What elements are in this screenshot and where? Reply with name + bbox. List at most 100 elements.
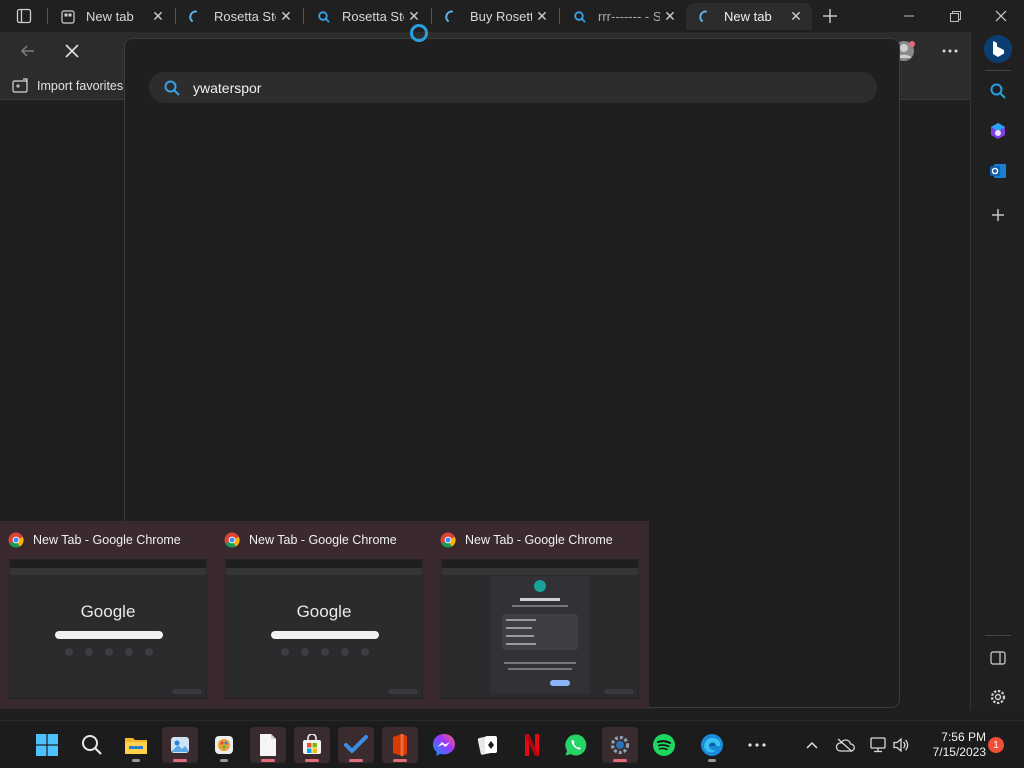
- close-tab-icon[interactable]: ✕: [532, 7, 552, 27]
- tab-6-active[interactable]: New tab ✕: [686, 3, 812, 30]
- speaker-icon: [893, 737, 909, 753]
- gear-icon: [990, 689, 1006, 705]
- file-explorer-button[interactable]: [118, 727, 154, 763]
- thumbnail-header: New Tab - Google Chrome: [440, 531, 613, 549]
- more-dots-icon: [942, 49, 958, 53]
- thumbnail-preview: [441, 559, 639, 699]
- taskbar-search-button[interactable]: [74, 727, 110, 763]
- sidebar-outlook-button[interactable]: [983, 156, 1013, 186]
- network-icon: [870, 737, 886, 753]
- edge-app-button[interactable]: [694, 727, 730, 763]
- hide-sidebar-button[interactable]: [983, 643, 1013, 673]
- search-icon: [572, 9, 588, 25]
- bing-icon: [984, 35, 1012, 63]
- network-status-button[interactable]: [866, 733, 890, 757]
- whatsapp-app-button[interactable]: [558, 727, 594, 763]
- minimize-button[interactable]: [886, 0, 932, 32]
- store-app-button[interactable]: [294, 727, 330, 763]
- notification-badge[interactable]: 1: [988, 737, 1004, 753]
- address-bar[interactable]: [149, 72, 877, 103]
- notepad-icon: [260, 734, 276, 756]
- chrome-app-button[interactable]: [602, 727, 638, 763]
- back-button[interactable]: [13, 36, 43, 66]
- import-favorites-button[interactable]: Import favorites: [12, 75, 123, 97]
- tab-title: Buy Rosetta: [470, 9, 532, 24]
- address-input[interactable]: [193, 79, 793, 96]
- tab-title: New tab: [724, 9, 772, 24]
- restore-button[interactable]: [932, 0, 978, 32]
- new-tab-button[interactable]: [818, 4, 842, 28]
- cards-icon: [477, 736, 497, 755]
- windows-taskbar: 7:56 PM 7/15/2023 1: [0, 720, 1024, 768]
- window-thumbnail[interactable]: New Tab - Google Chrome: [432, 521, 647, 709]
- chrome-icon: [440, 532, 456, 548]
- tab-actions-button[interactable]: [8, 4, 40, 28]
- window-thumbnail[interactable]: New Tab - Google Chrome Google: [216, 521, 431, 709]
- thumbnail-header: New Tab - Google Chrome: [224, 531, 397, 549]
- tab-3[interactable]: Rosetta Stone ✕: [304, 3, 430, 30]
- loading-icon: [188, 9, 204, 25]
- notepad-app-button[interactable]: [250, 727, 286, 763]
- import-favorites-icon: [12, 78, 28, 93]
- thumbnail-title: New Tab - Google Chrome: [249, 533, 397, 547]
- stop-loading-button[interactable]: [57, 36, 87, 66]
- google-logo: Google: [296, 602, 352, 621]
- tab-1[interactable]: New tab ✕: [48, 3, 174, 30]
- messenger-icon: [433, 734, 455, 756]
- settings-gear-icon: [610, 735, 630, 755]
- window-thumbnail[interactable]: New Tab - Google Chrome Google: [0, 521, 215, 709]
- sidebar-settings-button[interactable]: [983, 682, 1013, 712]
- restore-icon: [949, 10, 961, 22]
- store-icon: [303, 734, 321, 754]
- import-favorites-label: Import favorites: [37, 79, 124, 93]
- tab-title: Rosetta Stone: [342, 9, 404, 24]
- more-apps-button[interactable]: [739, 727, 775, 763]
- sidebar-divider: [985, 635, 1011, 636]
- close-tab-icon[interactable]: ✕: [276, 7, 296, 27]
- netflix-icon: [525, 734, 539, 756]
- close-tab-icon[interactable]: ✕: [786, 7, 806, 27]
- close-tab-icon[interactable]: ✕: [660, 7, 680, 27]
- onedrive-status-button[interactable]: [833, 733, 857, 757]
- chrome-icon: [8, 532, 24, 548]
- chrome-icon: [224, 532, 240, 548]
- photos-app-button[interactable]: [162, 727, 198, 763]
- close-window-button[interactable]: [978, 0, 1024, 32]
- sidebar-search-button[interactable]: [983, 76, 1013, 106]
- thumbnail-title: New Tab - Google Chrome: [465, 533, 613, 547]
- edge-icon: [701, 734, 723, 756]
- show-hidden-icons-button[interactable]: [800, 733, 824, 757]
- spotify-icon: [653, 734, 675, 756]
- sidebar-divider: [985, 70, 1011, 71]
- more-dots-icon: [748, 743, 766, 747]
- photos-icon: [171, 737, 189, 753]
- bing-copilot-button[interactable]: [983, 34, 1013, 64]
- sidebar-designer-button[interactable]: [983, 116, 1013, 146]
- messenger-app-button[interactable]: [426, 727, 462, 763]
- more-options-button[interactable]: [935, 36, 965, 66]
- thumbnail-preview: Google: [9, 559, 207, 699]
- start-button[interactable]: [29, 727, 65, 763]
- todo-app-button[interactable]: [338, 727, 374, 763]
- cloud-offline-icon: [835, 738, 855, 752]
- plus-icon: [992, 209, 1004, 221]
- close-tab-icon[interactable]: ✕: [148, 7, 168, 27]
- office-app-button[interactable]: [382, 727, 418, 763]
- sidebar-add-button[interactable]: [983, 200, 1013, 230]
- taskbar-thumbnail-popup: New Tab - Google Chrome Google New Tab -…: [0, 521, 649, 709]
- chevron-up-icon: [806, 741, 818, 749]
- tab-5[interactable]: rrr------- - S ✕: [560, 3, 686, 30]
- tab-2[interactable]: Rosetta Stone ✕: [176, 3, 302, 30]
- volume-button[interactable]: [889, 733, 913, 757]
- close-icon: [65, 44, 79, 58]
- tab-4[interactable]: Buy Rosetta ✕: [432, 3, 558, 30]
- spotify-app-button[interactable]: [646, 727, 682, 763]
- thumbnail-title: New Tab - Google Chrome: [33, 533, 181, 547]
- solitaire-app-button[interactable]: [470, 727, 506, 763]
- google-search-box: [55, 631, 163, 639]
- paint-app-button[interactable]: [206, 727, 242, 763]
- plus-icon: [823, 9, 837, 23]
- google-logo: Google: [80, 602, 136, 621]
- netflix-app-button[interactable]: [514, 727, 550, 763]
- clock-button[interactable]: 7:56 PM 7/15/2023: [918, 730, 986, 760]
